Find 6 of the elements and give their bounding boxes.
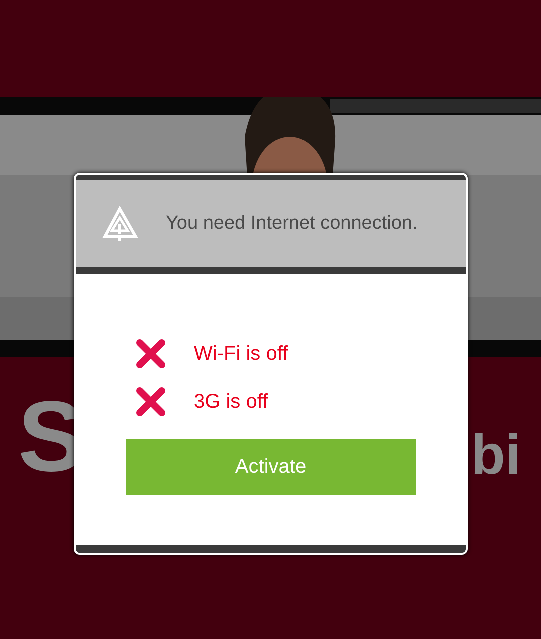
logo-text: bi [471,427,521,483]
connection-status: Wi-Fi is off [194,342,288,366]
activate-button[interactable]: Activate [126,439,416,495]
dialog-message: You need Internet connection. [166,212,418,234]
connection-status: 3G is off [194,390,268,414]
warning-icon [102,206,138,242]
